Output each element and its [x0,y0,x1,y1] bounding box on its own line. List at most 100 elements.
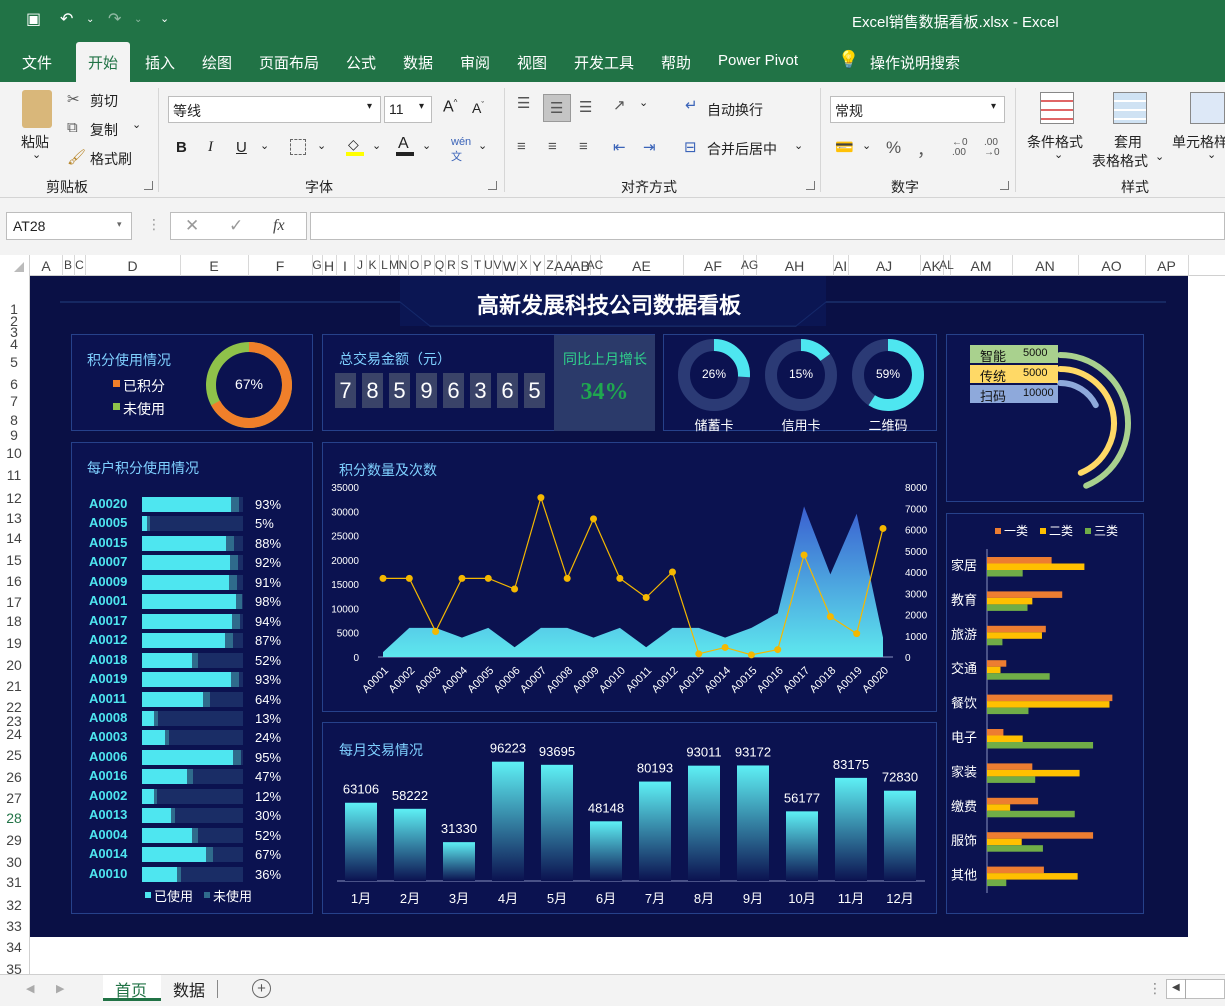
tab-view[interactable]: 视图 [517,52,547,73]
format-as-table-icon[interactable] [1113,92,1147,124]
borders-dropdown-icon[interactable]: ⌄ [317,139,326,152]
row-header-9[interactable]: 9 [0,427,28,443]
column-header-AF[interactable]: AF [704,258,722,274]
tab-insert[interactable]: 插入 [145,52,175,73]
fill-color-dropdown-icon[interactable]: ⌄ [372,139,381,152]
clipboard-launcher-icon[interactable] [144,181,153,190]
column-header-AA[interactable]: AA [554,258,573,274]
column-header-AL[interactable]: AL [939,258,954,272]
cancel-icon[interactable]: ✕ [185,216,199,236]
bold-button[interactable]: B [176,139,187,156]
column-header-D[interactable]: D [127,258,137,274]
row-header-12[interactable]: 12 [0,490,28,506]
row-header-20[interactable]: 20 [0,657,28,673]
row-header-5[interactable]: 5 [0,354,28,370]
column-header-J[interactable]: J [357,258,363,272]
row-header-15[interactable]: 15 [0,552,28,568]
tab-review[interactable]: 审阅 [460,52,490,73]
copy-dropdown-icon[interactable]: ⌄ [132,118,141,131]
row-header-13[interactable]: 13 [0,510,28,526]
scroll-left-icon[interactable]: ◀ [1172,982,1180,993]
fill-color-icon[interactable]: ◇ [346,136,364,156]
sheet-tab-home[interactable]: 首页 [103,975,161,1001]
font-name-select[interactable]: 等线 ▾ [168,96,381,123]
copy-icon[interactable]: ⧉ [67,119,78,136]
row-header-7[interactable]: 7 [0,393,28,409]
tab-page-layout[interactable]: 页面布局 [259,52,319,73]
column-header-AC[interactable]: AC [587,258,604,272]
cell-styles-icon[interactable] [1190,92,1225,124]
column-header-N[interactable]: N [399,258,408,272]
percent-button[interactable]: % [886,138,901,158]
add-sheet-button[interactable]: + [252,979,271,998]
wrap-text-icon[interactable]: ↵ [685,96,698,114]
name-box[interactable]: AT28 ▾ [6,212,132,240]
column-header-B[interactable]: B [64,258,72,272]
insert-function-icon[interactable]: fx [273,217,285,235]
align-center-icon[interactable]: ≡ [548,138,557,155]
horizontal-scrollbar[interactable]: ◀ [1166,979,1225,999]
column-header-F[interactable]: F [276,258,285,274]
accounting-dropdown-icon[interactable]: ⌄ [862,139,871,152]
column-header-I[interactable]: I [343,258,347,274]
format-as-table-line2[interactable]: 表格格式 [1092,151,1148,171]
column-header-S[interactable]: S [460,258,468,272]
comma-button[interactable]: ， [917,136,934,161]
merge-dropdown-icon[interactable]: ⌄ [794,139,803,152]
font-color-dropdown-icon[interactable]: ⌄ [422,139,431,152]
italic-button[interactable]: I [208,139,213,156]
column-header-E[interactable]: E [209,258,218,274]
column-header-C[interactable]: C [75,258,84,272]
cell-styles-button[interactable]: 单元格样 [1172,132,1225,152]
column-header-Y[interactable]: Y [532,258,541,274]
row-header-28[interactable]: 28 [0,810,28,826]
merge-center-button[interactable]: 合并后居中 [707,139,777,159]
conditional-format-icon[interactable] [1040,92,1074,124]
row-header-26[interactable]: 26 [0,769,28,785]
tab-home[interactable]: 开始 [76,42,131,82]
row-header-10[interactable]: 10 [0,445,28,461]
column-header-AO[interactable]: AO [1101,258,1121,274]
format-as-table-line1[interactable]: 套用 [1114,132,1142,152]
wrap-text-button[interactable]: 自动换行 [707,100,763,120]
column-header-G[interactable]: G [312,258,321,272]
column-header-AK[interactable]: AK [922,258,941,274]
column-header-AE[interactable]: AE [632,258,651,274]
column-header-AG[interactable]: AG [741,258,758,272]
row-header-32[interactable]: 32 [0,897,28,913]
scroll-right-icon[interactable]: ▶ [56,982,64,995]
font-color-icon[interactable]: A [396,135,414,156]
column-header-A[interactable]: A [41,258,50,274]
enter-icon[interactable]: ✓ [229,216,243,236]
font-size-select[interactable]: 11 ▾ [384,96,432,123]
column-header-Z[interactable]: Z [546,258,553,272]
increase-indent-icon[interactable]: ⇥ [643,138,656,156]
row-header-16[interactable]: 16 [0,573,28,589]
orientation-icon[interactable]: ↗ [613,96,626,114]
shrink-font-icon[interactable]: Aˇ [472,100,484,116]
row-header-18[interactable]: 18 [0,613,28,629]
column-header-AJ[interactable]: AJ [876,258,892,274]
column-header-U[interactable]: U [484,258,493,272]
chevron-down-icon[interactable]: ⌄ [1155,150,1164,163]
row-header-4[interactable]: 4 [0,336,28,352]
align-right-icon[interactable]: ≡ [579,138,588,155]
scroll-left-icon[interactable]: ◀ [26,982,34,995]
tab-formulas[interactable]: 公式 [346,52,376,73]
cut-button[interactable]: 剪切 [90,91,118,111]
grow-font-icon[interactable]: A^ [443,98,457,116]
row-header-8[interactable]: 8 [0,412,28,428]
align-bottom-icon[interactable]: ☰ [579,98,592,116]
sheet-tab-data[interactable]: 数据 [173,977,205,1001]
row-header-6[interactable]: 6 [0,376,28,392]
phonetic-icon[interactable]: wén 文 [451,136,471,164]
column-header-AH[interactable]: AH [785,258,804,274]
chevron-down-icon[interactable]: ⌄ [1207,148,1216,161]
align-left-icon[interactable]: ≡ [517,138,526,155]
phonetic-dropdown-icon[interactable]: ⌄ [478,139,487,152]
number-format-select[interactable]: 常规 ▾ [830,96,1005,123]
column-header-W[interactable]: W [503,258,516,274]
redo-icon[interactable]: ↷ [108,9,121,29]
tell-me-search[interactable]: 操作说明搜索 [870,52,960,73]
underline-dropdown-icon[interactable]: ⌄ [260,139,269,152]
